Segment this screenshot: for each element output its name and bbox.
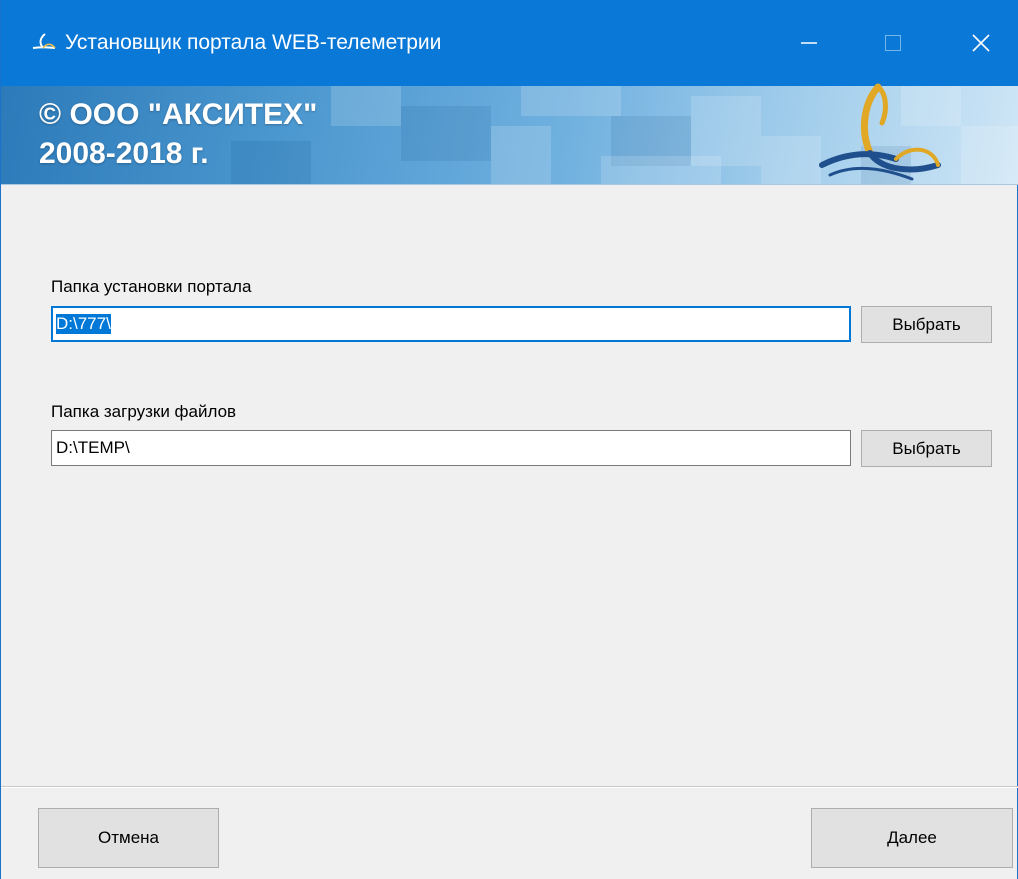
download-folder-value: D:\TEMP\ [56, 438, 130, 457]
years-text: 2008-2018 г. [39, 137, 209, 170]
axitech-logo-icon [819, 83, 941, 181]
next-button[interactable]: Далее [811, 808, 1013, 868]
install-folder-value: D:\777\ [56, 314, 111, 334]
window-title: Установщик портала WEB-телеметрии [65, 31, 442, 54]
install-folder-label: Папка установки портала [51, 277, 252, 296]
app-logo-icon [32, 33, 56, 49]
download-folder-input[interactable]: D:\TEMP\ [51, 430, 851, 466]
maximize-button[interactable] [859, 0, 927, 86]
browse-install-folder-button[interactable]: Выбрать [861, 306, 992, 343]
browse-download-folder-button[interactable]: Выбрать [861, 430, 992, 467]
footer-divider-highlight [1, 787, 1018, 788]
minimize-icon [801, 42, 817, 44]
minimize-button[interactable] [775, 0, 843, 86]
banner-divider [1, 184, 1018, 185]
maximize-icon [885, 35, 901, 51]
close-icon [972, 34, 990, 52]
title-bar[interactable]: Установщик портала WEB-телеметрии [1, 0, 1018, 86]
copyright-text: © ООО "АКСИТЕХ" [39, 98, 318, 131]
close-button[interactable] [947, 0, 1015, 86]
installer-window: Установщик портала WEB-телеметрии © ООО … [0, 0, 1018, 879]
install-folder-input[interactable]: D:\777\ [51, 306, 851, 342]
cancel-button[interactable]: Отмена [38, 808, 219, 868]
download-folder-label: Папка загрузки файлов [51, 402, 237, 421]
